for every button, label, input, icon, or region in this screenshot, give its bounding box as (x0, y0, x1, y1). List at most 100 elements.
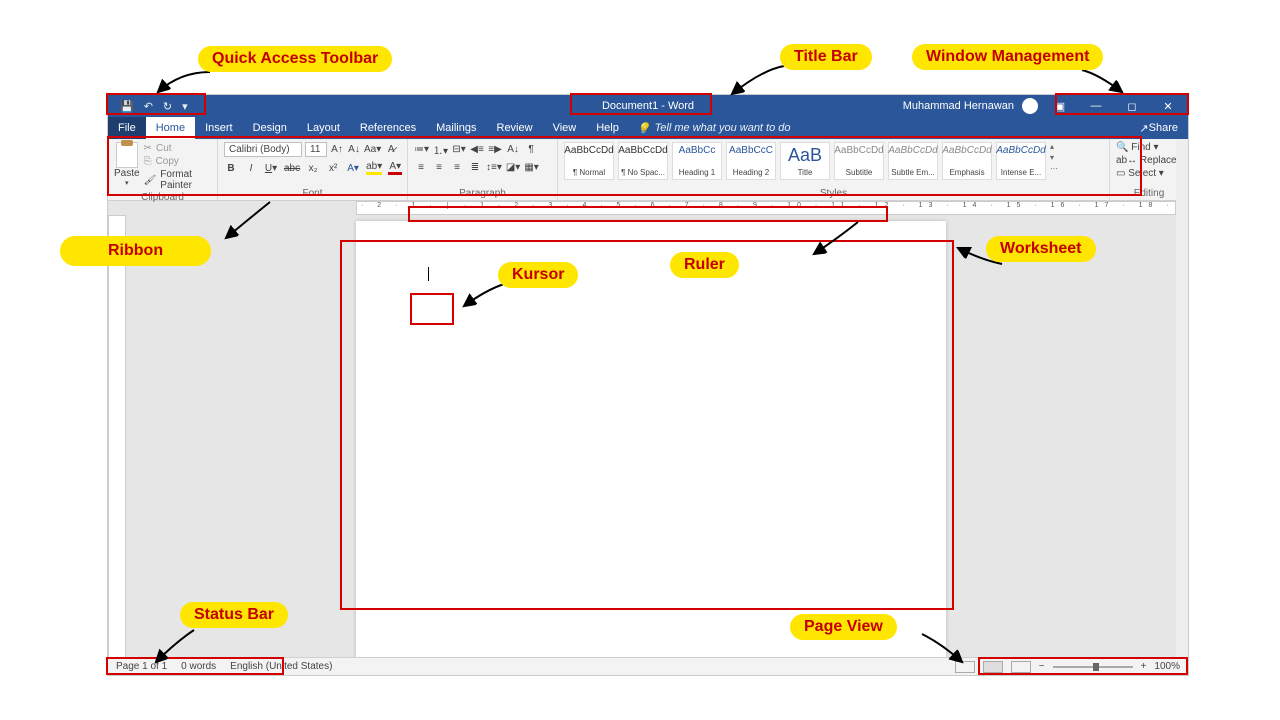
style--normal[interactable]: AaBbCcDd¶ Normal (564, 142, 614, 180)
redo-icon[interactable]: ↻ (163, 100, 172, 113)
group-label-styles: Styles (564, 188, 1103, 200)
tab-file[interactable]: File (108, 117, 146, 139)
tab-home[interactable]: Home (146, 117, 195, 139)
decrease-indent-icon[interactable]: ◀≡ (470, 142, 484, 156)
qat-dropdown-icon[interactable]: ▾ (182, 100, 188, 113)
grow-font-icon[interactable]: A↑ (330, 143, 344, 157)
zoom-slider[interactable] (1053, 666, 1133, 668)
font-size-select[interactable]: 11 (305, 142, 327, 157)
style--no-spac-[interactable]: AaBbCcDd¶ No Spac... (618, 142, 668, 180)
vertical-ruler[interactable] (108, 215, 126, 661)
group-label-editing: Editing (1116, 188, 1182, 200)
styles-more-icon[interactable]: ▴▾⋯ (1050, 142, 1062, 173)
tab-view[interactable]: View (543, 117, 587, 139)
shrink-font-icon[interactable]: A↓ (347, 143, 361, 157)
callout-titlebar: Title Bar (780, 44, 872, 70)
paste-icon (116, 142, 138, 168)
callout-worksheet: Worksheet (986, 236, 1096, 262)
sort-icon[interactable]: A↓ (506, 142, 520, 156)
increase-indent-icon[interactable]: ≡▶ (488, 142, 502, 156)
change-case-icon[interactable]: Aa▾ (364, 143, 381, 157)
style-intense-e-[interactable]: AaBbCcDdIntense E... (996, 142, 1046, 180)
vertical-scrollbar[interactable] (1176, 139, 1188, 657)
line-spacing-icon[interactable]: ↕≡▾ (486, 160, 502, 174)
style-emphasis[interactable]: AaBbCcDdEmphasis (942, 142, 992, 180)
show-marks-icon[interactable]: ¶ (524, 142, 538, 156)
callout-winmgmt: Window Management (912, 44, 1103, 70)
callout-statusbar: Status Bar (180, 602, 288, 628)
language-indicator[interactable]: English (United States) (230, 661, 332, 672)
callout-ruler: Ruler (670, 252, 739, 278)
zoom-in-icon[interactable]: + (1141, 661, 1147, 672)
tab-help[interactable]: Help (586, 117, 629, 139)
text-effects-icon[interactable]: A▾ (346, 161, 360, 175)
horizontal-ruler[interactable]: · 2 · 1 · │ · 1 · 2 · 3 · 4 · 5 · 6 · 7 … (356, 201, 1176, 215)
group-font: Calibri (Body) 11 A↑ A↓ Aa▾ A̷ B I U▾ ab… (218, 139, 408, 200)
zoom-out-icon[interactable]: − (1039, 661, 1045, 672)
tab-review[interactable]: Review (487, 117, 543, 139)
page[interactable] (356, 221, 946, 661)
undo-icon[interactable]: ↶ (144, 100, 153, 113)
underline-button[interactable]: U▾ (264, 161, 278, 175)
word-window: 💾 ↶ ↻ ▾ Document1 - Word Muhammad Hernaw… (108, 95, 1188, 675)
avatar[interactable] (1022, 98, 1038, 114)
numbering-icon[interactable]: ⒈▾ (433, 142, 448, 156)
paste-button[interactable]: Paste▾ (114, 142, 140, 187)
bold-button[interactable]: B (224, 161, 238, 175)
style-subtle-em-[interactable]: AaBbCcDdSubtle Em... (888, 142, 938, 180)
group-clipboard: Paste▾ ✂Cut ⎘Copy 🖌Format Painter Clipbo… (108, 139, 218, 200)
bullets-icon[interactable]: ≔▾ (414, 142, 429, 156)
share-button[interactable]: ↗ Share (1129, 117, 1188, 139)
align-center-icon[interactable]: ≡ (432, 160, 446, 174)
close-icon[interactable]: ✕ (1154, 100, 1182, 113)
font-color-icon[interactable]: A▾ (388, 161, 402, 175)
ribbon-display-icon[interactable]: ▣ (1046, 100, 1074, 113)
strikethrough-button[interactable]: abc (284, 161, 300, 175)
brush-icon: 🖌 (144, 175, 157, 186)
subscript-button[interactable]: x₂ (306, 161, 320, 175)
callout-qat: Quick Access Toolbar (198, 46, 392, 72)
clear-formatting-icon[interactable]: A̷ (384, 143, 398, 157)
font-family-select[interactable]: Calibri (Body) (224, 142, 302, 157)
scissors-icon: ✂ (144, 143, 152, 154)
style-subtitle[interactable]: AaBbCcDdSubtitle (834, 142, 884, 180)
zoom-level[interactable]: 100% (1154, 661, 1180, 672)
tab-layout[interactable]: Layout (297, 117, 350, 139)
borders-icon[interactable]: ▦▾ (524, 160, 538, 174)
style-heading-1[interactable]: AaBbCcHeading 1 (672, 142, 722, 180)
copy-button[interactable]: ⎘Copy (144, 155, 211, 168)
style-heading-2[interactable]: AaBbCcCHeading 2 (726, 142, 776, 180)
tab-design[interactable]: Design (243, 117, 297, 139)
cut-button[interactable]: ✂Cut (144, 142, 211, 155)
callout-pageview: Page View (790, 614, 897, 640)
user-name[interactable]: Muhammad Hernawan (903, 100, 1014, 112)
tab-insert[interactable]: Insert (195, 117, 243, 139)
align-right-icon[interactable]: ≡ (450, 160, 464, 174)
italic-button[interactable]: I (244, 161, 258, 175)
format-painter-button[interactable]: 🖌Format Painter (144, 168, 211, 192)
style-title[interactable]: AaBTitle (780, 142, 830, 180)
tab-mailings[interactable]: Mailings (426, 117, 486, 139)
shading-icon[interactable]: ◪▾ (506, 160, 520, 174)
align-left-icon[interactable]: ≡ (414, 160, 428, 174)
tell-me[interactable]: 💡Tell me what you want to do (629, 117, 791, 139)
group-label-paragraph: Paragraph (414, 188, 551, 200)
group-styles: AaBbCcDd¶ NormalAaBbCcDd¶ No Spac...AaBb… (558, 139, 1110, 200)
maximize-icon[interactable]: ◻ (1118, 100, 1146, 113)
superscript-button[interactable]: x² (326, 161, 340, 175)
replace-button[interactable]: ab↔ Replace (1116, 155, 1177, 166)
quick-access-toolbar: 💾 ↶ ↻ ▾ (108, 100, 188, 113)
highlight-icon[interactable]: ab▾ (366, 161, 382, 175)
multilevel-icon[interactable]: ⊟▾ (452, 142, 466, 156)
callout-ribbon: Ribbon (60, 236, 211, 266)
web-layout-icon[interactable] (1011, 661, 1031, 673)
document-area (108, 215, 1188, 661)
minimize-icon[interactable]: — (1082, 100, 1110, 112)
print-layout-icon[interactable] (983, 661, 1003, 673)
justify-icon[interactable]: ≣ (468, 160, 482, 174)
title-bar: 💾 ↶ ↻ ▾ Document1 - Word Muhammad Hernaw… (108, 95, 1188, 117)
tab-references[interactable]: References (350, 117, 426, 139)
select-button[interactable]: ▭ Select ▾ (1116, 168, 1177, 179)
find-button[interactable]: 🔍 Find ▾ (1116, 142, 1177, 153)
save-icon[interactable]: 💾 (120, 100, 134, 113)
